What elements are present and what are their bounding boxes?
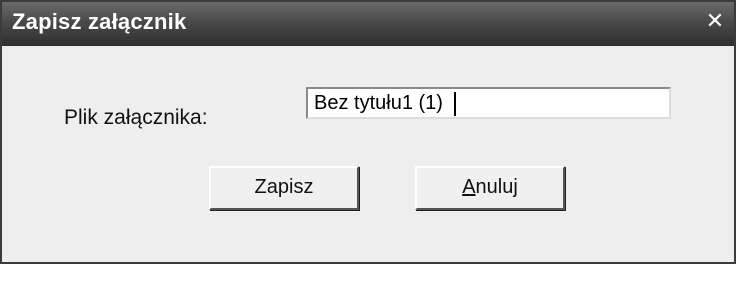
save-attachment-dialog: Zapisz załącznik ✕ Plik załącznika: Zapi… — [0, 0, 736, 264]
cancel-button[interactable]: Anuluj — [415, 166, 565, 210]
dialog-title: Zapisz załącznik — [12, 9, 187, 34]
title-bar[interactable]: Zapisz załącznik ✕ — [2, 2, 734, 46]
text-caret — [454, 92, 456, 116]
close-icon[interactable]: ✕ — [704, 11, 726, 33]
file-name-label: Plik załącznika: — [64, 106, 208, 129]
file-name-input[interactable] — [306, 87, 671, 119]
save-button[interactable]: Zapisz — [209, 166, 359, 210]
cancel-mnemonic: A — [462, 176, 476, 198]
cancel-label-rest: nuluj — [475, 176, 518, 198]
